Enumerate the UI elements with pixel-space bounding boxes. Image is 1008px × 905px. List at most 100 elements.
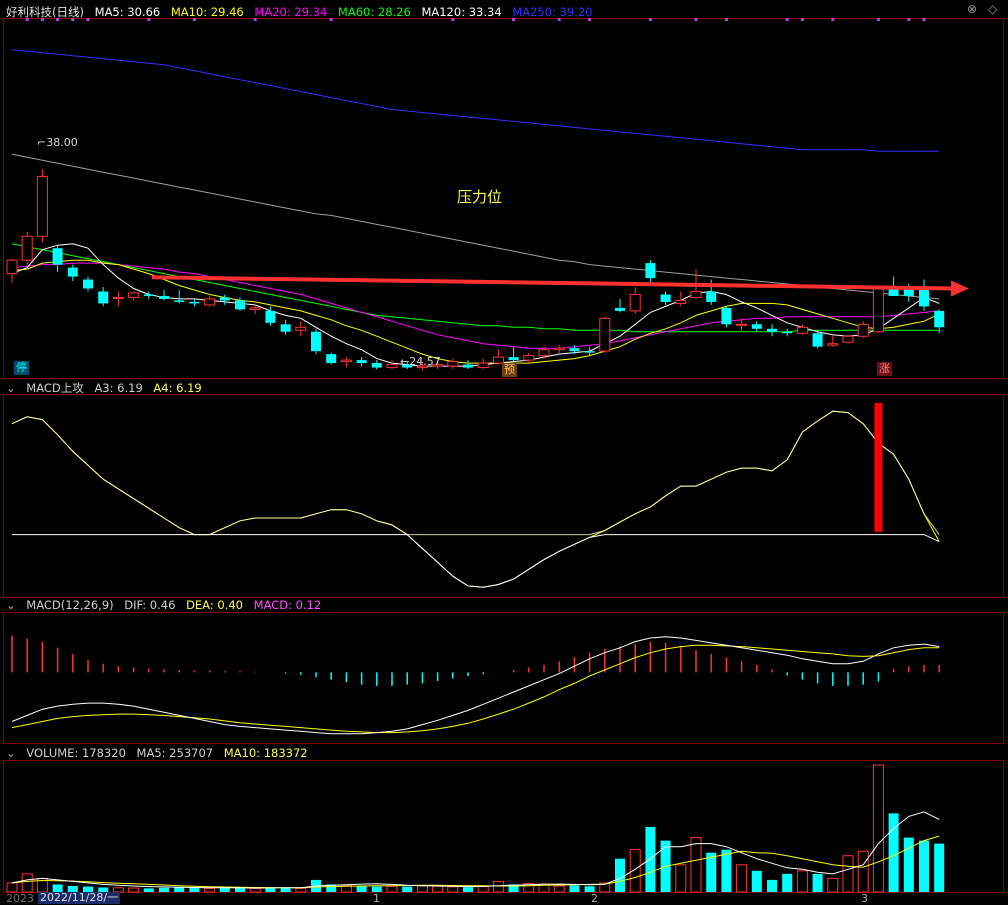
macd-attack-panel [11, 402, 940, 588]
macd-panel [11, 635, 940, 735]
attack-upper-line [11, 410, 940, 536]
collapse-icon[interactable]: ⌄ [6, 746, 16, 760]
candle-body-down [98, 291, 109, 304]
ma5-line [11, 243, 940, 367]
candle-body-up [21, 235, 33, 261]
candle-body-up [796, 326, 808, 334]
volume-bar-up [447, 886, 459, 893]
volume-bar-up [796, 870, 808, 893]
candle-body-up [872, 288, 884, 333]
stop-tag: 停 [14, 361, 29, 375]
volume-title: VOLUME: 178320 [26, 746, 126, 760]
candle-body-down [721, 307, 732, 325]
candle-body-up [477, 362, 489, 369]
candle-body-up [842, 335, 854, 343]
ma120-legend: MA120: 33.34 [421, 5, 502, 19]
close-icon[interactable]: ⊗ [967, 2, 977, 16]
signal-dot [648, 18, 652, 21]
candle-body-down [463, 364, 473, 368]
attack-panel-frame [3, 394, 1004, 598]
volume-bar-up [416, 885, 428, 893]
candle-body-down [174, 300, 185, 302]
volume-bar-up [21, 873, 33, 893]
high-price-label: ⌐38.00 [37, 136, 78, 149]
ma10-legend: MA10: 29.46 [170, 5, 244, 19]
volume-bar-down [159, 887, 169, 892]
volume-bar-down [934, 843, 945, 892]
date-truncated: 2023 [6, 892, 34, 905]
volume-bar-up [553, 885, 565, 893]
candle-body-down [235, 300, 245, 310]
macd-dif: DIF: 0.46 [124, 598, 176, 612]
volume-bar-down [356, 885, 367, 892]
volume-bar-down [615, 858, 625, 892]
ma60-legend: MA60: 28.26 [337, 5, 411, 19]
ma5-legend: MA5: 30.66 [94, 5, 161, 19]
volume-bar-down [235, 888, 245, 892]
candle-body-down [508, 357, 519, 361]
volume-bar-down [402, 886, 413, 892]
volume-bar-up [675, 864, 687, 893]
volume-ma5: MA5: 253707 [136, 746, 214, 760]
macd-panel-frame [3, 612, 1004, 744]
candle-body-up [629, 293, 641, 312]
candle-body-down [67, 267, 78, 277]
candle-body-up [112, 296, 124, 299]
candle-body-up [249, 307, 261, 310]
attack-yellow-line [11, 410, 940, 588]
volume-bar-down [782, 873, 793, 892]
attack-white-line [12, 534, 940, 588]
candle-body-down [615, 307, 625, 311]
candle-body-up [128, 292, 140, 298]
volume-bar-down [143, 888, 154, 892]
ma20-line [11, 262, 940, 349]
price-header: 好利科技(日线) MA5: 30.66 MA10: 29.46 MA20: 29… [6, 4, 600, 20]
candle-body-down [311, 331, 321, 352]
collapse-icon[interactable]: ⌄ [6, 598, 16, 612]
candle-body-down [356, 360, 367, 364]
signal-dot [724, 18, 728, 21]
candle-body-up [447, 361, 459, 367]
diamond-icon[interactable]: ◇ [988, 2, 997, 16]
resistance-arrow-shaft [151, 275, 956, 291]
ma250-legend: MA250: 39.20 [512, 5, 593, 19]
volume-bar-down [219, 887, 230, 892]
volume-bar-up [690, 837, 702, 893]
low-price-value: 24.57 [409, 355, 441, 368]
attack-header: ⌄ MACD上攻 A3: 6.19 A4: 6.19 [6, 380, 209, 396]
volume-bar-down [767, 879, 777, 892]
candle-body-down [189, 301, 200, 304]
kline-chart-canvas[interactable] [0, 0, 1008, 904]
volume-bar-down [919, 840, 929, 892]
volume-bar-down [645, 827, 656, 892]
candle-body-down [143, 294, 154, 296]
volume-bar-down [721, 849, 732, 892]
candle-body-down [371, 363, 382, 368]
candle-body-down [83, 279, 93, 289]
candle-body-up [827, 343, 839, 346]
candle-body-up [690, 290, 702, 298]
macd-header: ⌄ MACD(12,26,9) DIF: 0.46 DEA: 0.40 MACD… [6, 598, 328, 612]
candle-body-down [159, 295, 169, 299]
volume-bar-up [842, 855, 854, 893]
candle-body-up [36, 176, 48, 237]
signal-dot [800, 18, 804, 21]
candle-body-down [265, 310, 276, 323]
volume-bar-up [477, 886, 489, 893]
ma10-line [11, 259, 940, 364]
volume-bar-up [204, 887, 216, 893]
ma250-line [11, 49, 940, 152]
collapse-icon[interactable]: ⌄ [6, 381, 16, 395]
signal-dot [831, 18, 835, 21]
volume-bar-up [857, 850, 869, 893]
volume-bar-up [6, 882, 18, 893]
signal-dot [922, 18, 926, 21]
ma20-legend: MA20: 29.34 [254, 5, 328, 19]
macd-value: MACD: 0.12 [253, 598, 322, 612]
signal-dot [876, 18, 880, 21]
resistance-arrow-head [951, 280, 969, 297]
macd-dea: DEA: 0.40 [186, 598, 243, 612]
volume-bar-down [463, 887, 473, 892]
low-price-label: ←24.57 [400, 355, 441, 368]
volume-bar-down [903, 837, 914, 892]
